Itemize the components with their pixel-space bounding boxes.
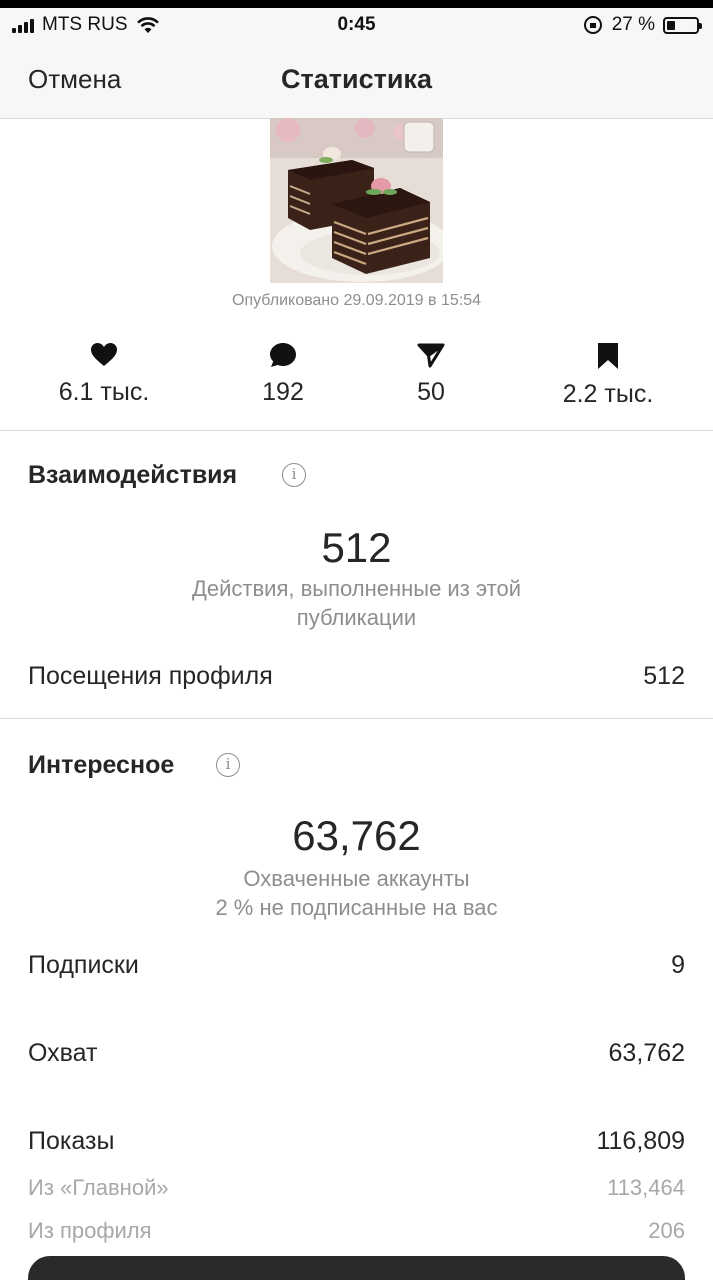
interactions-title: Взаимодействия [28,461,238,489]
interactions-caption-line1: Действия, выполненные из этой [191,576,522,601]
profile-visits-label: Посещения профиля [28,662,273,690]
interactions-caption-line2: публикации [296,605,417,630]
impressions-value: 116,809 [596,1127,685,1155]
interactions-total: 512 [321,524,392,571]
navigation-bar: Отмена Статистика [0,44,713,119]
battery-icon [663,16,702,34]
from-profile-label: Из профиля [28,1218,152,1243]
shares-value: 50 [417,378,445,406]
comment-icon [270,343,296,367]
interactions-info-icon[interactable]: i [282,463,306,487]
discovery-info-icon[interactable]: i [216,753,240,777]
discovery-title: Интересное [28,751,175,779]
cake-photo [270,118,443,283]
shares-count: 50 [341,342,521,407]
screen: MTS RUS 0:45 27 % Отмена Статистика Опуб… [0,0,713,1280]
divider [0,430,713,431]
from-profile-value: 206 [648,1218,685,1243]
top-edge [0,0,713,8]
post-thumbnail[interactable] [270,118,443,283]
engagement-counts: 6.1 тыс. 192 50 2.2 тыс. [0,342,713,422]
page-title: Статистика [281,64,432,94]
profile-visits-value: 512 [643,662,685,690]
heart-icon [91,343,117,366]
follows-value: 9 [671,951,685,979]
reach-label: Охват [28,1039,98,1067]
share-icon [417,343,445,368]
likes-value: 6.1 тыс. [58,378,150,406]
saves-value: 2.2 тыс. [562,380,654,408]
battery-percent: 27 % [611,14,655,35]
from-home-value: 113,464 [607,1175,685,1200]
reach-value: 63,762 [608,1039,685,1067]
follows-label: Подписки [28,951,139,979]
saves-count: 2.2 тыс. [518,342,698,409]
bookmark-icon [598,343,618,369]
bottom-sheet-handle[interactable] [28,1256,685,1280]
status-right: 27 % [583,14,702,36]
likes-count: 6.1 тыс. [14,342,194,407]
discovery-caption-line1: Охваченные аккаунты [243,866,470,891]
published-date: Опубликовано 29.09.2019 в 15:54 [232,292,481,309]
status-bar: MTS RUS 0:45 27 % [0,8,713,44]
divider [0,718,713,719]
impressions-label: Показы [28,1127,115,1155]
discovery-caption-line2: 2 % не подписанные на вас [215,895,498,920]
rotation-lock-icon [583,16,602,34]
discovery-total: 63,762 [292,812,421,859]
from-home-label: Из «Главной» [28,1175,169,1200]
